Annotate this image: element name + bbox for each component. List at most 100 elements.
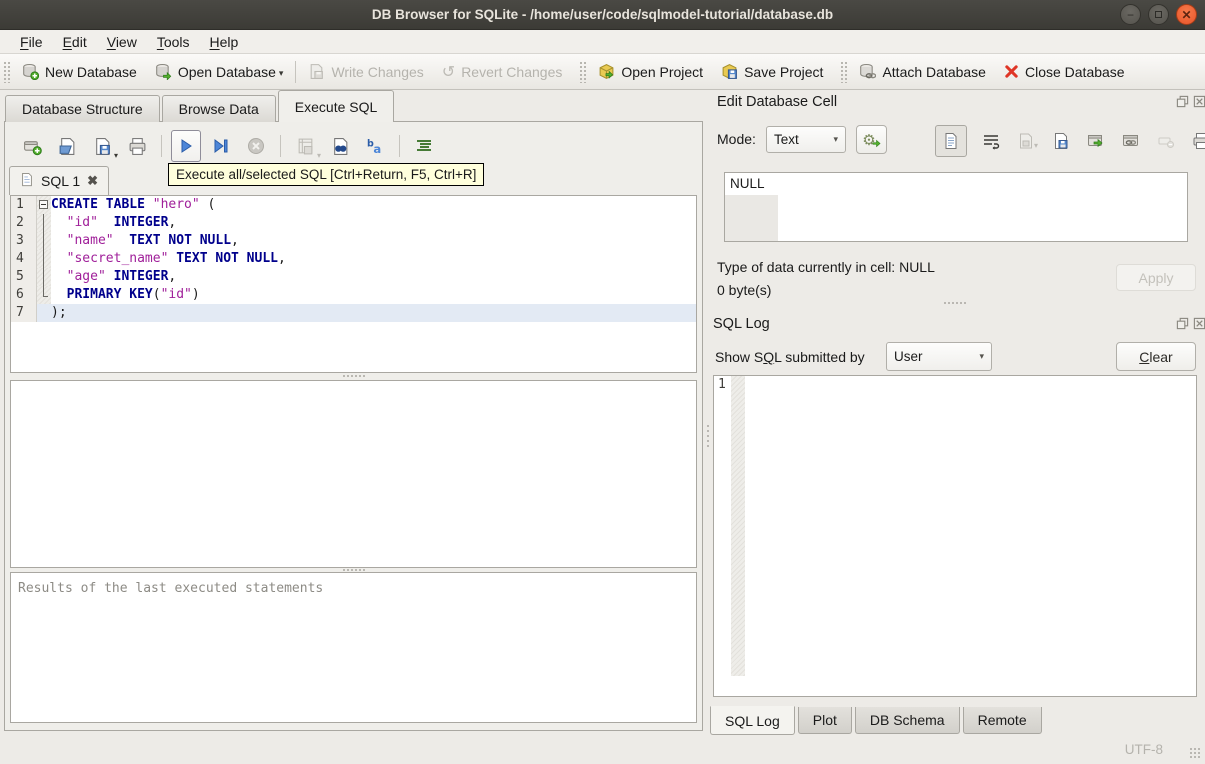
open-database-button[interactable]: Open Database ▾ bbox=[146, 59, 293, 84]
menu-help[interactable]: Help bbox=[200, 32, 249, 52]
tab-sql-log[interactable]: SQL Log bbox=[710, 706, 795, 735]
new-database-button[interactable]: New Database bbox=[13, 59, 146, 84]
save-results-dropdown-icon: ▾ bbox=[316, 151, 321, 160]
word-wrap-button[interactable] bbox=[980, 130, 1002, 152]
code-text: "age" INTEGER, bbox=[66, 269, 177, 284]
code-text: CREATE TABLE "hero" ( bbox=[51, 197, 216, 212]
save-sql-file-button[interactable]: ▾ bbox=[87, 130, 118, 162]
encoding-indicator[interactable]: UTF-8 bbox=[1125, 742, 1163, 757]
line-number: 4 bbox=[11, 250, 37, 268]
panel-splitter-handle[interactable] bbox=[705, 425, 710, 447]
close-database-button[interactable]: Close Database bbox=[995, 60, 1134, 84]
code-line: 4 "secret_name" TEXT NOT NULL, bbox=[11, 250, 696, 268]
code-line: 5 "age" INTEGER, bbox=[11, 268, 696, 286]
results-grid[interactable] bbox=[10, 380, 697, 568]
toolbar-separator bbox=[280, 135, 281, 157]
write-changes-button: Write Changes bbox=[299, 59, 432, 84]
auto-apply-button[interactable]: ⚙ bbox=[856, 125, 887, 154]
splitter-handle[interactable] bbox=[10, 373, 697, 379]
link-cell-button[interactable] bbox=[1120, 130, 1142, 152]
execute-line-button[interactable] bbox=[206, 130, 236, 162]
window-title: DB Browser for SQLite - /home/user/code/… bbox=[371, 7, 834, 22]
code-text: PRIMARY KEY("id") bbox=[66, 287, 200, 302]
toolbar-drag-handle[interactable] bbox=[3, 60, 10, 83]
open-project-button[interactable]: Open Project bbox=[589, 59, 712, 84]
sql-file-tab-label: SQL 1 bbox=[41, 173, 81, 189]
save-sql-dropdown-icon[interactable]: ▾ bbox=[114, 151, 118, 160]
code-text: ); bbox=[51, 304, 696, 322]
line-number: 1 bbox=[718, 377, 726, 392]
sql-log-title: SQL Log bbox=[713, 316, 770, 332]
open-database-dropdown-icon[interactable]: ▾ bbox=[279, 68, 284, 79]
open-project-label: Open Project bbox=[621, 63, 704, 80]
tab-plot[interactable]: Plot bbox=[797, 707, 852, 734]
format-sql-button[interactable] bbox=[409, 130, 439, 162]
export-cell-button[interactable] bbox=[1085, 130, 1107, 152]
fold-marker[interactable] bbox=[37, 196, 51, 214]
maximize-icon[interactable] bbox=[1148, 4, 1169, 25]
close-panel-icon[interactable] bbox=[1193, 95, 1205, 108]
autocomplete-button[interactable]: ba bbox=[360, 130, 390, 162]
log-filter-select[interactable]: User ▾ bbox=[886, 342, 992, 371]
menu-edit[interactable]: Edit bbox=[53, 32, 97, 52]
tab-db-schema[interactable]: DB Schema bbox=[854, 707, 960, 734]
menu-bar: File Edit View Tools Help bbox=[0, 30, 1205, 54]
clear-log-button[interactable]: Clear bbox=[1116, 342, 1196, 371]
main-tab-bar: Database Structure Browse Data Execute S… bbox=[5, 90, 396, 122]
print-button[interactable] bbox=[122, 130, 152, 162]
new-sql-tab-button[interactable] bbox=[17, 130, 47, 162]
menu-tools[interactable]: Tools bbox=[147, 32, 200, 52]
execute-all-button[interactable] bbox=[171, 130, 201, 162]
fold-marker bbox=[37, 232, 51, 250]
menu-file[interactable]: File bbox=[10, 32, 53, 52]
tab-database-structure[interactable]: Database Structure bbox=[5, 95, 160, 122]
text-mode-button[interactable] bbox=[935, 125, 967, 157]
save-results-button: ▾ bbox=[290, 130, 321, 162]
save-project-icon bbox=[721, 63, 738, 80]
attach-database-button[interactable]: Attach Database bbox=[850, 59, 995, 84]
save-project-button[interactable]: Save Project bbox=[712, 59, 832, 84]
new-database-icon bbox=[22, 63, 39, 80]
apply-button: Apply bbox=[1116, 264, 1196, 291]
attach-database-label: Attach Database bbox=[882, 63, 986, 80]
log-filter-label: Show SQL submitted by bbox=[715, 349, 865, 365]
print-cell-button[interactable] bbox=[1190, 130, 1205, 152]
minimize-icon[interactable]: − bbox=[1120, 4, 1141, 25]
results-placeholder: Results of the last executed statements bbox=[18, 581, 324, 596]
sql-file-tab[interactable]: SQL 1 ✖ bbox=[9, 166, 110, 195]
code-line: 2 "id" INTEGER, bbox=[11, 214, 696, 232]
toolbar-separator bbox=[399, 135, 400, 157]
mode-select[interactable]: Text ▾ bbox=[766, 126, 846, 153]
fold-marker bbox=[37, 250, 51, 268]
fold-margin bbox=[37, 304, 51, 322]
open-sql-file-button[interactable] bbox=[52, 130, 82, 162]
menu-view[interactable]: View bbox=[97, 32, 147, 52]
sql-log-view[interactable]: 1 bbox=[713, 375, 1197, 697]
close-panel-icon[interactable] bbox=[1193, 317, 1205, 330]
line-number: 7 bbox=[11, 304, 37, 322]
revert-changes-label: Revert Changes bbox=[461, 63, 563, 80]
tab-browse-data[interactable]: Browse Data bbox=[161, 95, 276, 122]
cell-editor[interactable]: NULL bbox=[724, 172, 1188, 242]
float-panel-icon[interactable] bbox=[1176, 95, 1189, 108]
write-changes-icon bbox=[308, 63, 325, 80]
tab-close-icon[interactable]: ✖ bbox=[87, 173, 98, 189]
results-message-pane[interactable]: Results of the last executed statements bbox=[10, 572, 697, 723]
float-panel-icon[interactable] bbox=[1176, 317, 1189, 330]
sql-editor[interactable]: 1 CREATE TABLE "hero" (2 "id" INTEGER, 3 "… bbox=[10, 195, 697, 373]
code-text: "id" INTEGER, bbox=[66, 215, 177, 230]
dock-tab-bar: SQL Log Plot DB Schema Remote bbox=[710, 706, 1045, 735]
stop-button bbox=[241, 130, 271, 162]
save-project-label: Save Project bbox=[744, 63, 824, 80]
close-icon[interactable]: ✕ bbox=[1176, 4, 1197, 25]
toolbar-drag-handle[interactable] bbox=[840, 60, 848, 83]
import-cell-button[interactable] bbox=[1050, 130, 1072, 152]
find-button[interactable] bbox=[325, 130, 355, 162]
tab-remote[interactable]: Remote bbox=[962, 707, 1042, 734]
resize-grip[interactable] bbox=[1189, 747, 1201, 759]
chevron-down-icon: ▾ bbox=[979, 351, 984, 361]
splitter-handle[interactable] bbox=[713, 300, 1197, 306]
toolbar-drag-handle[interactable] bbox=[579, 60, 587, 83]
tab-execute-sql[interactable]: Execute SQL bbox=[277, 90, 395, 122]
sql-toolbar: ▾ ▾ ba bbox=[17, 128, 439, 164]
